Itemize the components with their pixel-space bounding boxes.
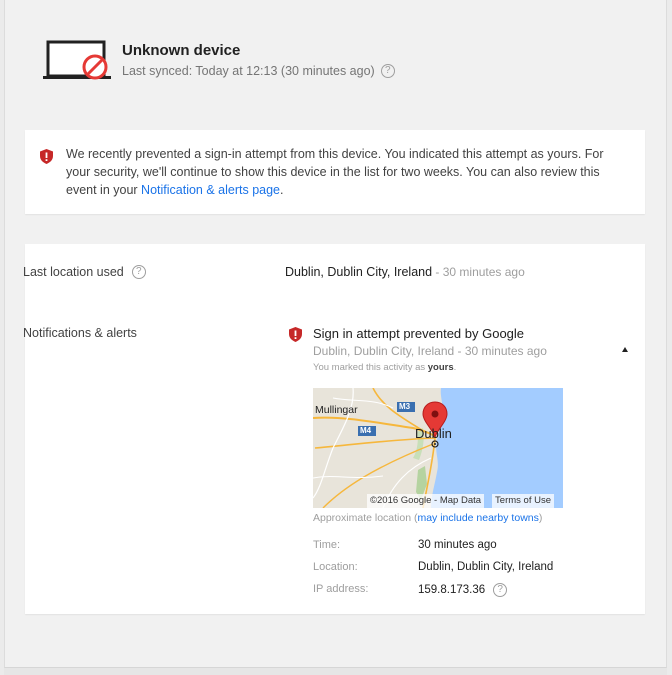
- map-data-credit: ©2016 Google - Map Data: [367, 494, 485, 508]
- terms-of-use-link[interactable]: Terms of Use: [492, 494, 555, 508]
- ip-address-value: 159.8.173.36: [418, 584, 486, 596]
- marked-prefix: You marked this activity as: [313, 362, 428, 373]
- notification-subtitle: Dublin, Dublin City, Ireland - 30 minute…: [313, 344, 547, 358]
- location-value: Dublin, Dublin City, Ireland: [418, 561, 554, 573]
- help-icon[interactable]: ?: [493, 583, 508, 597]
- map-attribution: ©2016 Google - Map Data Terms of Use: [367, 494, 555, 508]
- last-location-label: Last location used: [23, 265, 124, 279]
- alert-message: We recently prevented a sign-in attempt …: [66, 145, 628, 199]
- alert-text-end: .: [280, 183, 284, 197]
- notification-alerts-link[interactable]: Notification & alerts page: [141, 183, 280, 197]
- last-synced-text: Last synced: Today at 12:13 (30 minutes …: [122, 64, 375, 78]
- map-label-city: Dublin: [415, 426, 452, 441]
- nearby-towns-link[interactable]: may include nearby towns: [417, 512, 538, 524]
- help-icon[interactable]: ?: [380, 64, 395, 78]
- shield-alert-icon: [289, 327, 302, 342]
- last-location-value: Dublin, Dublin City, Ireland - 30 minute…: [285, 265, 525, 279]
- help-icon[interactable]: ?: [131, 265, 146, 279]
- approx-suffix: ): [538, 512, 543, 524]
- last-location-time: - 30 minutes ago: [432, 265, 525, 279]
- ip-address-label: IP address:: [313, 583, 369, 595]
- map-label-m3: M3: [399, 402, 411, 411]
- sync-status: Last synced: Today at 12:13 (30 minutes …: [122, 64, 395, 78]
- notifications-label-text: Notifications & alerts: [23, 326, 137, 340]
- last-location-place: Dublin, Dublin City, Ireland: [285, 265, 433, 279]
- notification-title[interactable]: Sign in attempt prevented by Google: [313, 326, 524, 341]
- alert-card: We recently prevented a sign-in attempt …: [25, 130, 645, 214]
- ip-address-row: 159.8.173.36 ?: [418, 583, 508, 597]
- location-map[interactable]: Mullingar M3 M4 Dublin: [313, 388, 563, 508]
- notification-marked: You marked this activity as yours.: [313, 362, 456, 373]
- device-title: Unknown device: [122, 42, 241, 59]
- map-label-m4: M4: [360, 426, 372, 435]
- collapse-arrow-icon[interactable]: [622, 347, 628, 352]
- location-label: Location:: [313, 561, 358, 573]
- time-label: Time:: [313, 539, 341, 551]
- notifications-label: Notifications & alerts: [23, 326, 137, 340]
- map-label-town: Mullingar: [315, 404, 358, 416]
- last-location-row-label: Last location used ?: [23, 265, 146, 279]
- footer-strip: [4, 668, 667, 675]
- approx-prefix: Approximate location (: [313, 512, 418, 524]
- laptop-blocked-icon: [43, 40, 111, 82]
- approximate-location: Approximate location (may include nearby…: [313, 512, 542, 524]
- marked-suffix: .: [453, 362, 457, 373]
- marked-value: yours: [427, 362, 454, 373]
- shield-alert-icon: [40, 149, 53, 164]
- time-value: 30 minutes ago: [418, 539, 497, 551]
